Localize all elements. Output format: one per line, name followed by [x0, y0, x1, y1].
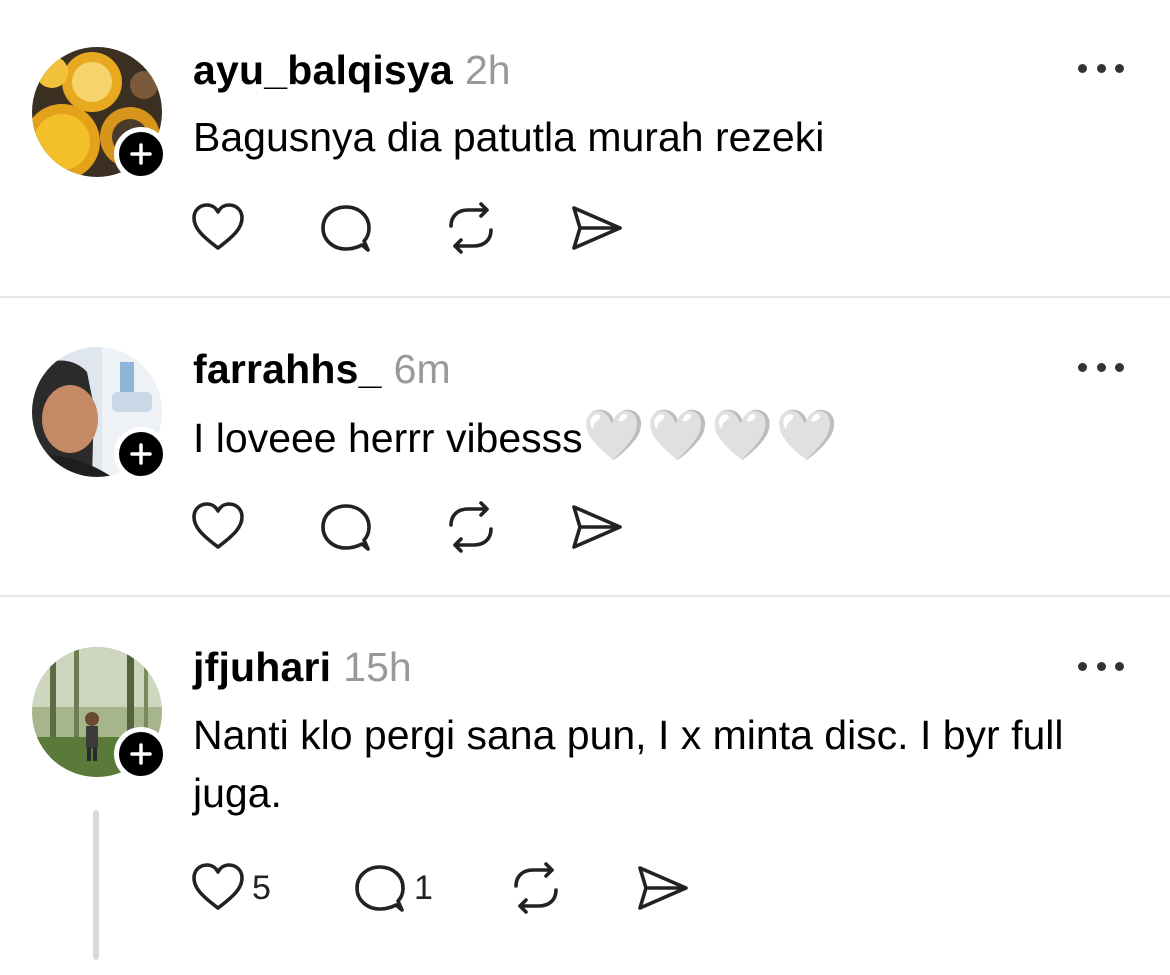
- more-button[interactable]: [1078, 61, 1124, 75]
- post-header: ayu_balqisya 2h: [193, 46, 511, 94]
- more-button[interactable]: [1078, 659, 1124, 673]
- more-icon-dot: [1078, 661, 1087, 671]
- repost-icon: [449, 202, 493, 254]
- white-heart-emojis: 🤍🤍🤍🤍: [582, 407, 840, 463]
- heart-icon: [192, 863, 244, 910]
- plus-icon: [130, 143, 152, 165]
- post-text-content: Bagusnya dia patutla murah rezeki: [193, 114, 825, 160]
- divider: [0, 595, 1170, 597]
- heart-icon: [192, 203, 244, 250]
- more-icon-dot: [1078, 63, 1087, 73]
- like-button[interactable]: 5: [190, 858, 271, 918]
- more-icon-dot: [1115, 362, 1124, 372]
- username[interactable]: jfjuhari: [193, 644, 331, 690]
- divider: [0, 296, 1170, 298]
- more-icon-dot: [1115, 661, 1124, 671]
- repost-button[interactable]: [443, 497, 499, 557]
- repost-icon: [449, 501, 493, 553]
- reply-button[interactable]: [318, 497, 374, 557]
- more-icon-dot: [1096, 661, 1106, 671]
- repost-button[interactable]: [508, 858, 564, 918]
- thread-feed: ayu_balqisya 2h Bagusnya dia patutla mura…: [0, 0, 1170, 975]
- share-icon: [572, 505, 622, 549]
- follow-button[interactable]: [114, 427, 168, 481]
- like-count: 5: [252, 868, 271, 907]
- more-icon-dot: [1096, 362, 1106, 372]
- repost-button[interactable]: [443, 198, 499, 258]
- plus-icon: [130, 743, 152, 765]
- like-button[interactable]: [190, 497, 246, 557]
- timestamp: 2h: [464, 47, 511, 93]
- post-text-content: Nanti klo pergi sana pun, I x minta disc…: [193, 712, 1064, 816]
- reply-button[interactable]: 1: [352, 858, 433, 918]
- more-icon-dot: [1078, 362, 1087, 372]
- username[interactable]: ayu_balqisya: [193, 47, 453, 93]
- share-button[interactable]: [568, 497, 624, 557]
- repost-icon: [514, 862, 558, 914]
- comment-icon: [321, 205, 371, 252]
- share-button[interactable]: [634, 858, 690, 918]
- share-button[interactable]: [568, 198, 624, 258]
- more-button[interactable]: [1078, 360, 1124, 374]
- timestamp: 15h: [343, 644, 412, 690]
- avatar-container[interactable]: [32, 47, 168, 181]
- plus-icon: [130, 443, 152, 465]
- post-header: jfjuhari 15h: [193, 643, 412, 691]
- post-text: Bagusnya dia patutla murah rezeki: [193, 108, 1123, 166]
- more-icon-dot: [1115, 63, 1124, 73]
- comment-icon: [321, 504, 371, 551]
- avatar-container[interactable]: [32, 347, 168, 481]
- username[interactable]: farrahhs_: [193, 346, 382, 392]
- reply-count: 1: [414, 868, 433, 907]
- comment-icon: [355, 865, 405, 912]
- follow-button[interactable]: [114, 127, 168, 181]
- heart-icon: [192, 502, 244, 549]
- post-text: I loveee herrr vibesss🤍🤍🤍🤍: [193, 406, 1123, 467]
- avatar-container[interactable]: [32, 647, 168, 781]
- thread-line: [93, 810, 99, 960]
- post-text-content: I loveee herrr vibesss: [193, 415, 583, 461]
- like-button[interactable]: [190, 198, 246, 258]
- share-icon: [572, 206, 622, 250]
- post-text: Nanti klo pergi sana pun, I x minta disc…: [193, 706, 1123, 822]
- follow-button[interactable]: [114, 727, 168, 781]
- share-icon: [638, 866, 688, 910]
- timestamp: 6m: [393, 346, 451, 392]
- reply-button[interactable]: [318, 198, 374, 258]
- post-header: farrahhs_ 6m: [193, 345, 451, 393]
- more-icon-dot: [1096, 63, 1106, 73]
